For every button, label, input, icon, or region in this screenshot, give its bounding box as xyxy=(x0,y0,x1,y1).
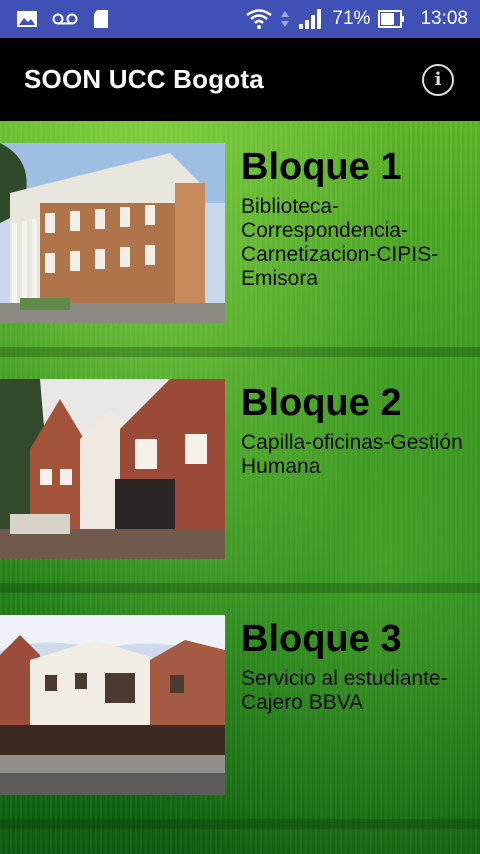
data-arrows-icon xyxy=(281,11,290,27)
image-notification-icon xyxy=(17,11,37,27)
block-list: Bloque 1 Biblioteca-Correspondencia-Carn… xyxy=(0,121,480,854)
bloque-2-title: Bloque 2 xyxy=(241,382,402,424)
list-item-bloque-2[interactable]: Bloque 2 Capilla-oficinas-Gestión Humana xyxy=(0,357,480,593)
row-divider xyxy=(0,347,480,357)
bloque-3-photo xyxy=(0,615,225,795)
battery-percent: 71% xyxy=(332,8,371,29)
battery-icon xyxy=(378,10,405,28)
bloque-1-photo xyxy=(0,143,225,323)
status-bar: 71% 13:08 xyxy=(0,0,480,38)
sd-card-icon xyxy=(94,10,108,28)
voicemail-icon xyxy=(52,13,78,25)
bloque-3-description: Servicio al estudiante-Cajero BBVA xyxy=(241,667,448,714)
list-item-bloque-1[interactable]: Bloque 1 Biblioteca-Correspondencia-Carn… xyxy=(0,121,480,357)
bloque-1-description: Biblioteca-Correspondencia-Carnetizacion… xyxy=(241,195,439,290)
row-divider xyxy=(0,583,480,593)
wifi-icon xyxy=(246,9,273,29)
clock: 13:08 xyxy=(420,8,468,29)
signal-icon xyxy=(299,9,322,29)
app-title: SOON UCC Bogota xyxy=(24,64,264,94)
info-icon[interactable]: i xyxy=(422,63,454,96)
app-bar: SOON UCC Bogota i xyxy=(0,38,480,121)
row-divider xyxy=(0,819,480,829)
bloque-2-description: Capilla-oficinas-Gestión Humana xyxy=(241,431,463,478)
bloque-3-title: Bloque 3 xyxy=(241,618,402,660)
bloque-1-title: Bloque 1 xyxy=(241,146,402,188)
bloque-2-photo xyxy=(0,379,225,559)
list-item-bloque-3[interactable]: Bloque 3 Servicio al estudiante-Cajero B… xyxy=(0,593,480,829)
